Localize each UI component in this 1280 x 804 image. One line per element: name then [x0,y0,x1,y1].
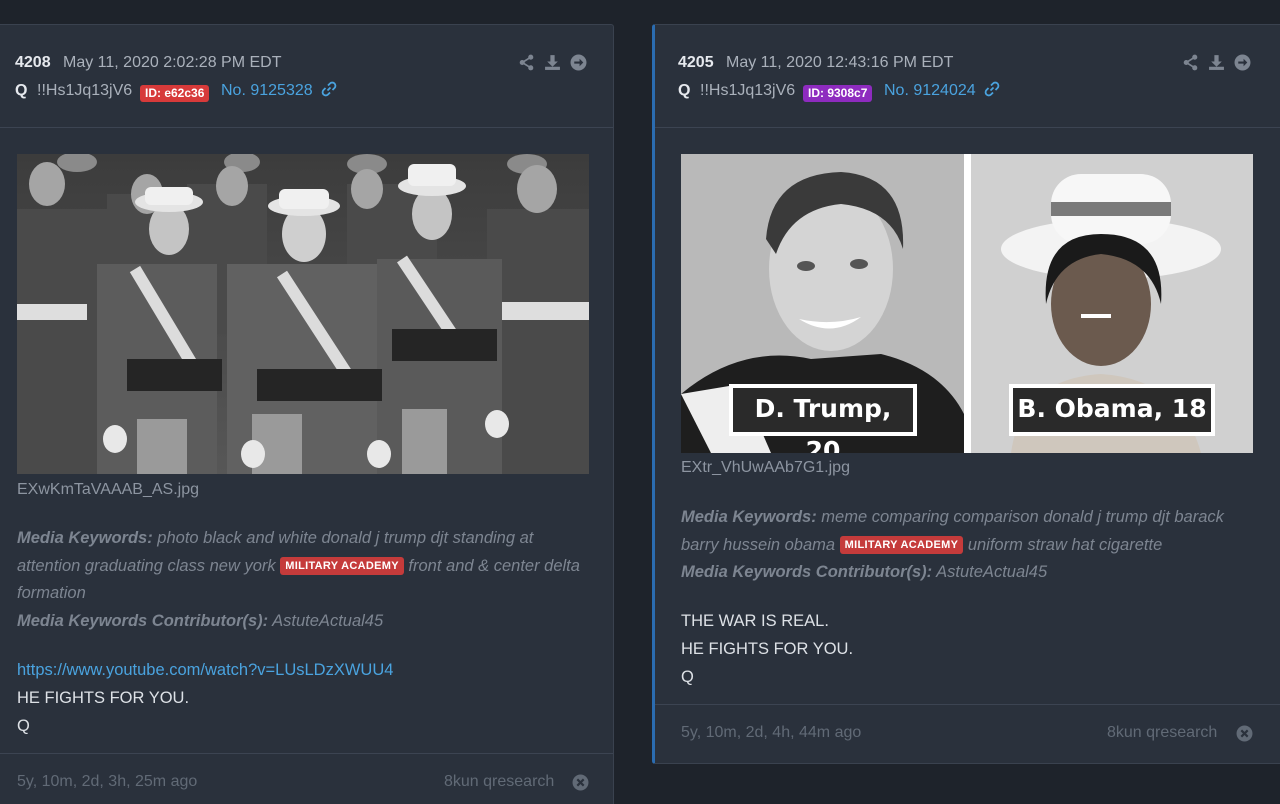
link-icon[interactable] [984,81,1000,97]
body-line-1: THE WAR IS REAL. [681,612,829,630]
keyword-tag[interactable]: MILITARY ACADEMY [839,535,964,554]
image-filename[interactable]: EXtr_VhUwAAb7G1.jpg [681,459,850,477]
source-board[interactable]: 8kun qresearch [1107,724,1217,742]
download-icon[interactable] [544,54,561,71]
share-icon[interactable] [1182,54,1199,71]
poster-id-badge[interactable]: ID: e62c36 [140,85,210,102]
contributor-label: Media Keywords Contributor(s): [17,611,269,630]
keyword-tag[interactable]: MILITARY ACADEMY [280,556,404,575]
post-link[interactable]: No. 9125328 [221,82,313,100]
tripcode: !!Hs1Jq13jV6 [700,82,796,99]
body-line-3: Q [681,668,694,686]
media-keywords: Media Keywords: photo black and white do… [17,525,592,635]
youtube-link[interactable]: https://www.youtube.com/watch?v=LUsLDzXW… [17,661,393,679]
post-card-4208: 4208 May 11, 2020 2:02:28 PM EDT Q !!Hs1… [0,24,614,804]
image-filename[interactable]: EXwKmTaVAAAB_AS.jpg [17,481,199,499]
share-icon[interactable] [518,54,535,71]
link-icon[interactable] [321,81,337,97]
image-caption-left: D. Trump, 20 [729,384,917,453]
post-date: May 11, 2020 12:43:16 PM EDT [726,54,954,71]
post-body: THE WAR IS REAL. HE FIGHTS FOR YOU. Q [681,607,1261,691]
post-image[interactable]: D. Trump, 20 B. Obama, 18 [681,154,1253,453]
post-card-4205: 4205 May 11, 2020 12:43:16 PM EDT Q !!Hs… [652,24,1280,764]
arrow-right-circle-icon[interactable] [570,54,587,71]
author-name: Q [15,82,28,99]
keywords-label: Media Keywords: [681,508,817,526]
tripcode: !!Hs1Jq13jV6 [37,82,133,99]
author-name: Q [678,82,691,99]
post-header: 4208 May 11, 2020 2:02:28 PM EDT Q !!Hs1… [0,25,613,128]
close-circle-icon[interactable] [572,774,589,791]
download-icon[interactable] [1208,54,1225,71]
arrow-right-circle-icon[interactable] [1234,54,1251,71]
media-keywords: Media Keywords: meme comparing compariso… [681,504,1266,587]
body-line-2: HE FIGHTS FOR YOU. [681,640,854,658]
contributor-name: AstuteActual45 [268,611,384,630]
post-link[interactable]: No. 9124024 [884,82,976,100]
keywords-label: Media Keywords: [17,529,153,547]
post-footer: 5y, 10m, 2d, 4h, 44m ago 8kun qresearch [655,704,1280,762]
body-line-1: HE FIGHTS FOR YOU. [17,689,190,707]
post-date: May 11, 2020 2:02:28 PM EDT [63,54,282,71]
post-image[interactable] [17,154,589,474]
time-ago: 5y, 10m, 2d, 4h, 44m ago [681,724,862,741]
poster-id-badge[interactable]: ID: 9308c7 [803,85,873,102]
cadets-photo [17,154,589,474]
source-board[interactable]: 8kun qresearch [444,773,554,791]
post-number[interactable]: 4208 [15,54,51,72]
post-body: https://www.youtube.com/watch?v=LUsLDzXW… [17,656,597,740]
body-line-2: Q [17,717,30,735]
post-actions [518,54,587,71]
post-header: 4205 May 11, 2020 12:43:16 PM EDT Q !!Hs… [655,25,1280,128]
image-caption-right: B. Obama, 18 [1009,384,1215,436]
post-number[interactable]: 4205 [678,54,714,72]
keywords-text-rest: uniform straw hat cigarette [963,535,1163,554]
contributor-name: AstuteActual45 [932,563,1048,581]
post-footer: 5y, 10m, 2d, 3h, 25m ago 8kun qresearch [0,753,613,804]
post-actions [1182,54,1251,71]
time-ago: 5y, 10m, 2d, 3h, 25m ago [17,773,198,790]
contributor-label: Media Keywords Contributor(s): [681,563,933,581]
close-circle-icon[interactable] [1236,725,1253,742]
